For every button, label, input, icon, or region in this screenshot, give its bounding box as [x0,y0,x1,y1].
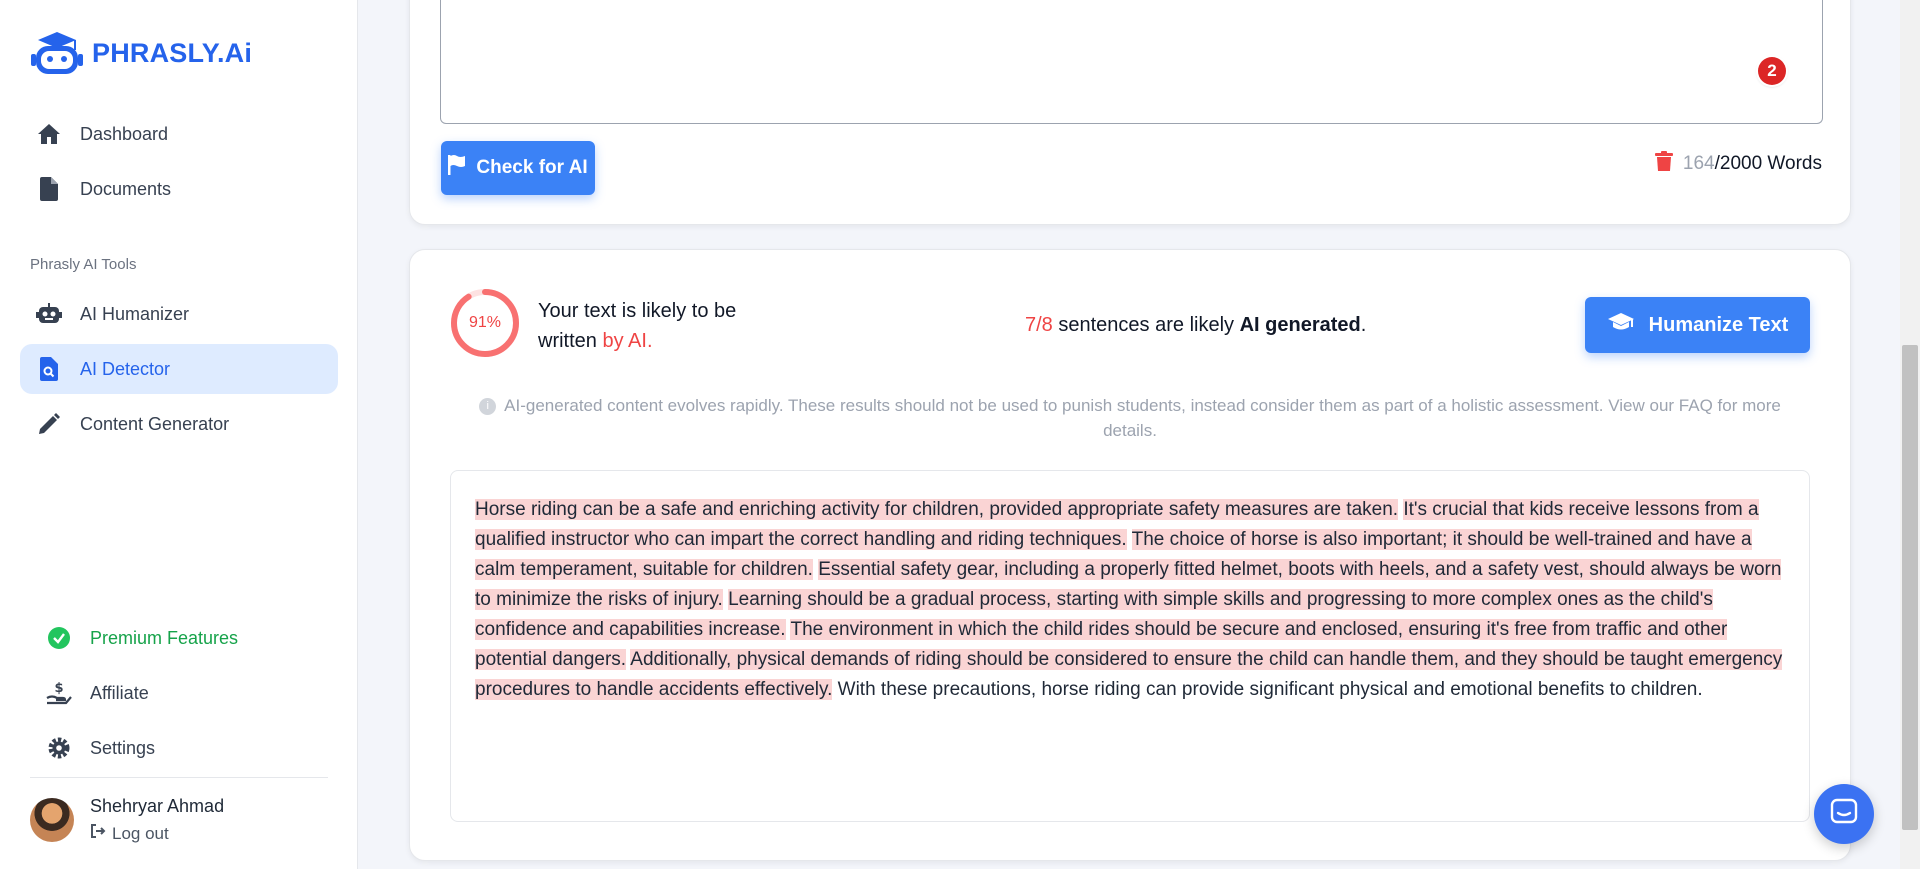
ai-sentence: Horse riding can be a safe and enriching… [475,499,1399,520]
home-icon [36,121,62,147]
trash-icon[interactable] [1654,151,1673,177]
logo[interactable]: PHRASLY.Ai [30,30,252,76]
robot-graduate-logo-icon [31,32,83,74]
sidebar-item-ai-humanizer[interactable]: AI Humanizer [20,289,338,339]
app-root: PHRASLY.Ai Dashboard Documents Phrasly A… [0,0,1920,869]
sidebar-item-label: Documents [80,178,172,199]
likelihood-text: Your text is likely to be written by AI. [538,296,778,356]
sidebar-item-label: AI Detector [80,358,171,379]
page-scrollbar[interactable] [1900,0,1920,869]
word-limit: /2000 Words [1714,153,1822,174]
sidebar-item-label: Content Generator [80,413,230,434]
sidebar-item-documents[interactable]: Documents [20,164,338,214]
brand-name: PHRASLY.Ai [92,37,253,68]
logout-label: Log out [112,823,169,843]
sidebar-item-ai-detector[interactable]: AI Detector [20,344,338,394]
disclaimer: i AI-generated content evolves rapidly. T… [450,393,1810,443]
sentence-period: . [1360,314,1367,336]
results-card: 91% Your text is likely to be written by… [409,249,1851,861]
sidebar-item-label: Premium Features [90,627,239,648]
avatar[interactable] [30,798,74,842]
sidebar-item-dashboard[interactable]: Dashboard [20,109,338,159]
sidebar: PHRASLY.Ai Dashboard Documents Phrasly A… [0,0,358,869]
robot-icon [36,301,62,327]
logout-link[interactable]: Log out [90,823,224,844]
tools-section-label: Phrasly AI Tools [30,256,137,273]
check-for-ai-button[interactable]: Check for AI [441,141,595,195]
svg-text:$: $ [54,681,63,696]
word-counter: 164/2000 Words [1654,151,1822,177]
sidebar-item-affiliate[interactable]: $ Affiliate [30,668,328,718]
sidebar-item-premium-features[interactable]: Premium Features [30,613,328,663]
likely-line2: written [538,330,597,352]
sentence-ai-generated: AI generated [1239,314,1361,336]
sidebar-item-content-generator[interactable]: Content Generator [20,399,338,449]
info-icon: i [479,398,497,415]
user-profile: Shehryar Ahmad Log out [30,796,224,844]
likely-by-ai: by AI. [602,330,653,352]
check-circle-icon [46,625,72,651]
likely-line1: Your text is likely to be [538,300,737,322]
sidebar-item-settings[interactable]: Settings [30,723,328,773]
human-sentence: With these precautions, horse riding can… [837,679,1703,700]
notification-badge[interactable]: 2 [1758,57,1786,85]
analyzed-text: Horse riding can be a safe and enriching… [450,470,1810,822]
humanize-text-button[interactable]: Humanize Text [1585,297,1810,353]
sentence-summary: 7/8 sentences are likely AI generated. [1025,314,1366,337]
humanize-text-label: Humanize Text [1648,313,1789,336]
logout-icon [90,823,106,844]
sentence-text: sentences are likely [1058,314,1235,336]
scrollbar-thumb[interactable] [1902,345,1918,830]
chat-button[interactable] [1814,784,1874,844]
sidebar-item-label: AI Humanizer [80,303,190,324]
word-count: 164 [1682,153,1715,174]
sentence-ratio: 7/8 [1025,314,1053,336]
ai-score-percent: 91% [468,314,502,331]
disclaimer-text: AI-generated content evolves rapidly. Th… [504,396,1781,440]
check-for-ai-label: Check for AI [476,157,588,178]
graduation-cap-icon [1607,312,1635,338]
flag-icon [448,155,466,181]
sidebar-divider [30,777,328,778]
sidebar-item-label: Dashboard [80,123,169,144]
sidebar-item-label: Settings [90,737,156,758]
document-icon [36,176,62,202]
text-input-area[interactable]: 2 [440,0,1823,124]
chat-icon [1830,798,1858,831]
editor-card: 2 Check for AI 164/2000 Words [409,0,1851,225]
sidebar-item-label: Affiliate [90,682,149,703]
gear-icon [46,735,72,761]
hand-dollar-icon: $ [46,680,72,706]
pencil-icon [36,411,62,437]
detector-icon [36,356,62,382]
user-name: Shehryar Ahmad [90,796,225,816]
